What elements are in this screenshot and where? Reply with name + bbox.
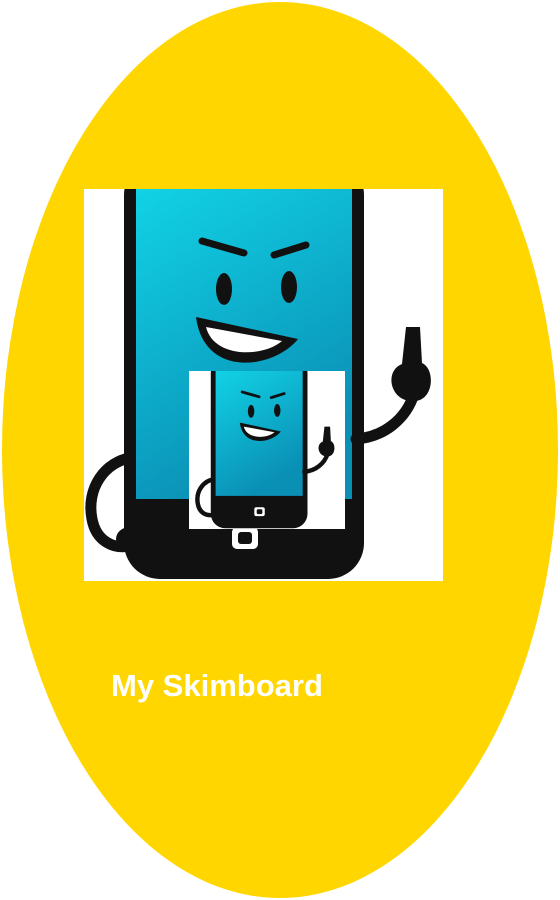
- skimboard-card: My Skimboard: [0, 0, 560, 900]
- skimboard-label[interactable]: My Skimboard: [111, 666, 323, 706]
- phone-character-thumbnail: [189, 371, 345, 529]
- phone-character-thumbnail-icon: [195, 371, 335, 529]
